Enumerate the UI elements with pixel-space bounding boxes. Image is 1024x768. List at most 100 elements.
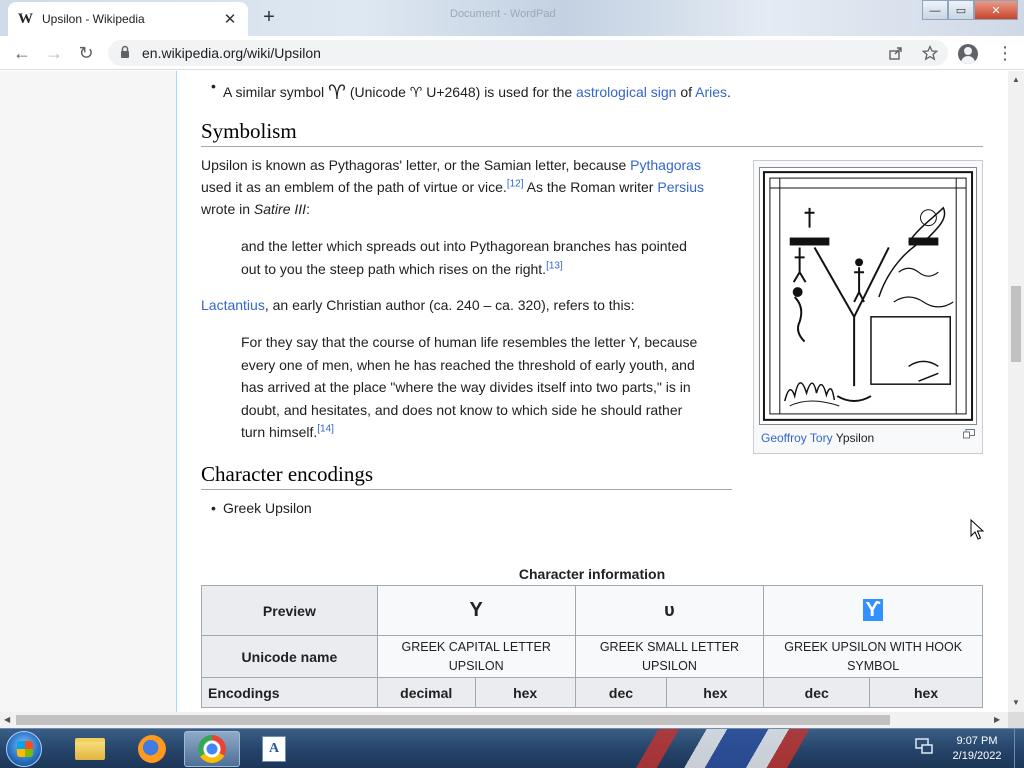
section-heading-symbolism: Symbolism bbox=[201, 119, 983, 147]
list-text: (Unicode ♈ U+2648) is used for the bbox=[349, 84, 573, 100]
unicode-name-small: GREEK SMALL LETTER UPSILON bbox=[574, 635, 765, 678]
list-text: of bbox=[680, 84, 692, 100]
link-astrological-sign[interactable]: astrological sign bbox=[576, 84, 676, 100]
unicode-name-hook: GREEK UPSILON WITH HOOK SYMBOL bbox=[763, 635, 983, 678]
paragraph-text: Upsilon is known as Pythagoras' letter, … bbox=[201, 157, 627, 173]
character-information-table: Preview Υ υ ϒ Unicode name GREEK CAPITAL… bbox=[201, 585, 983, 708]
row-header-encodings: Encodings bbox=[201, 677, 378, 708]
desktop-wallpaper-art bbox=[590, 729, 910, 768]
system-clock[interactable]: 9:07 PM 2/19/2022 bbox=[944, 734, 1010, 764]
paragraph-text: used it as an emblem of the path of virt… bbox=[201, 179, 507, 195]
row-header-preview: Preview bbox=[201, 585, 378, 636]
folder-icon bbox=[75, 738, 105, 760]
table-row: Encodings decimal hex dec hex dec hex bbox=[201, 677, 983, 708]
enlarge-icon[interactable] bbox=[963, 429, 975, 439]
menu-icon[interactable]: ⋮ bbox=[996, 42, 1014, 64]
forward-button[interactable]: → bbox=[42, 41, 66, 65]
paragraph-text: As the Roman writer bbox=[526, 179, 654, 195]
link-aries[interactable]: Aries bbox=[695, 84, 727, 100]
vertical-scrollbar[interactable]: ▲ ▼ bbox=[1008, 71, 1024, 712]
row-header-unicode-name: Unicode name bbox=[201, 635, 378, 678]
share-icon[interactable] bbox=[888, 45, 904, 61]
preview-upsilon-hook: ϒ bbox=[763, 585, 983, 636]
citation-14[interactable]: [14] bbox=[317, 423, 334, 434]
windows-taskbar: A 9:07 PM 2/19/2022 bbox=[0, 728, 1024, 768]
horizontal-scroll-thumb[interactable] bbox=[16, 715, 890, 725]
taskbar-firefox[interactable] bbox=[124, 731, 180, 767]
address-bar[interactable]: en.wikipedia.org/wiki/Upsilon bbox=[108, 40, 948, 66]
scroll-left-arrow-icon[interactable]: ◀ bbox=[4, 715, 10, 724]
section-heading-character-encodings: Character encodings bbox=[201, 462, 732, 490]
tab-title: Upsilon - Wikipedia bbox=[42, 12, 145, 26]
preview-small-upsilon: υ bbox=[574, 585, 765, 636]
blockquote-lactantius: For they say that the course of human li… bbox=[241, 331, 701, 444]
start-button[interactable] bbox=[6, 731, 42, 767]
blockquote-persius: and the letter which spreads out into Py… bbox=[241, 235, 701, 280]
new-tab-button[interactable]: + bbox=[256, 6, 282, 30]
show-desktop-button[interactable] bbox=[1014, 729, 1024, 768]
wordpad-icon: A bbox=[262, 736, 286, 762]
network-tray-icon[interactable] bbox=[912, 733, 936, 757]
citation-12[interactable]: [12] bbox=[507, 178, 524, 189]
horizontal-scrollbar[interactable]: ◀ ▶ bbox=[0, 712, 1008, 728]
thumbnail-ypsilon: Geoffroy Tory Ypsilon bbox=[753, 160, 983, 454]
quote-text: For they say that the course of human li… bbox=[241, 334, 698, 440]
taskbar-explorer[interactable] bbox=[62, 731, 118, 767]
selected-glyph[interactable]: ϒ bbox=[863, 599, 883, 621]
list-text: Greek Upsilon bbox=[223, 500, 312, 516]
url-text[interactable]: en.wikipedia.org/wiki/Upsilon bbox=[142, 45, 321, 61]
paragraph-text: wrote in bbox=[201, 201, 251, 217]
citation-13[interactable]: [13] bbox=[546, 260, 563, 271]
scrollbar-corner bbox=[1008, 712, 1024, 728]
col-header-dec: dec bbox=[574, 677, 668, 708]
tab-close-icon[interactable]: ✕ bbox=[222, 10, 238, 28]
list-item-aries: A similar symbol ♈ (Unicode ♈ U+2648) is… bbox=[211, 78, 731, 104]
browser-toolbar: ← → ↻ en.wikipedia.org/wiki/Upsilon ⋮ bbox=[0, 36, 1024, 70]
window-controls: — ▭ ✕ bbox=[922, 0, 1018, 20]
close-window-button[interactable]: ✕ bbox=[974, 0, 1018, 20]
vertical-scroll-thumb[interactable] bbox=[1011, 286, 1021, 362]
scroll-up-arrow-icon[interactable]: ▲ bbox=[1012, 75, 1020, 84]
paragraph-text: : bbox=[306, 201, 310, 217]
paragraph-lactantius: Lactantius, an early Christian author (c… bbox=[201, 294, 731, 316]
back-button[interactable]: ← bbox=[10, 41, 34, 65]
table-row: Preview Υ υ ϒ bbox=[201, 585, 983, 636]
paragraph-text: , an early Christian author (ca. 240 – c… bbox=[264, 297, 635, 313]
wikipedia-left-panel bbox=[0, 71, 176, 712]
star-icon[interactable] bbox=[922, 45, 938, 61]
link-geoffroy-tory[interactable]: Geoffroy Tory bbox=[761, 431, 833, 445]
lock-icon[interactable] bbox=[120, 45, 130, 59]
profile-icon[interactable] bbox=[958, 44, 978, 64]
caption-text: Ypsilon bbox=[835, 431, 875, 445]
reload-button[interactable]: ↻ bbox=[74, 41, 98, 65]
list-text: A similar symbol bbox=[223, 84, 325, 100]
link-lactantius[interactable]: Lactantius bbox=[201, 297, 265, 313]
taskbar-chrome[interactable] bbox=[184, 731, 240, 767]
background-window-title: Document - WordPad bbox=[450, 8, 556, 20]
link-persius[interactable]: Persius bbox=[657, 179, 704, 195]
firefox-icon bbox=[138, 735, 166, 763]
paragraph-symbolism-1: Upsilon is known as Pythagoras' letter, … bbox=[201, 154, 731, 220]
maximize-button[interactable]: ▭ bbox=[948, 0, 974, 20]
scroll-right-arrow-icon[interactable]: ▶ bbox=[994, 715, 1000, 724]
clock-date: 2/19/2022 bbox=[952, 750, 1002, 762]
minimize-button[interactable]: — bbox=[922, 0, 948, 20]
aries-symbol-icon: ♈ bbox=[328, 82, 346, 104]
chrome-icon bbox=[198, 735, 226, 763]
clock-time: 9:07 PM bbox=[956, 735, 998, 747]
tory-ypsilon-illustration-image[interactable] bbox=[759, 167, 977, 425]
table-row: Unicode name GREEK CAPITAL LETTER UPSILO… bbox=[201, 635, 983, 678]
quote-text: and the letter which spreads out into Py… bbox=[241, 238, 687, 277]
tab-upsilon-wikipedia[interactable]: W Upsilon - Wikipedia ✕ bbox=[8, 2, 248, 36]
windows-logo-icon bbox=[17, 741, 33, 757]
italic-title: Satire III bbox=[253, 201, 307, 217]
thumbnail-caption: Geoffroy Tory Ypsilon bbox=[761, 431, 874, 445]
preview-capital-upsilon: Υ bbox=[376, 585, 576, 636]
link-pythagoras[interactable]: Pythagoras bbox=[630, 157, 701, 173]
taskbar-wordpad[interactable]: A bbox=[246, 731, 302, 767]
scroll-down-arrow-icon[interactable]: ▼ bbox=[1012, 698, 1020, 707]
mouse-cursor-icon bbox=[970, 519, 984, 540]
col-header-hex: hex bbox=[869, 677, 983, 708]
col-header-dec: dec bbox=[763, 677, 871, 708]
unicode-name-capital: GREEK CAPITAL LETTER UPSILON bbox=[376, 635, 576, 678]
